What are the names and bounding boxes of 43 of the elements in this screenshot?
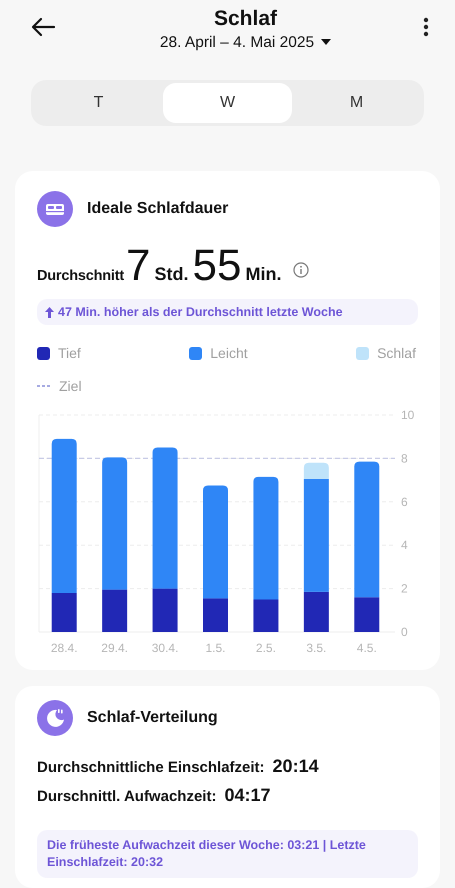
y-axis-label: 4: [401, 538, 408, 552]
card-title: Schlaf-Verteilung: [87, 709, 218, 727]
x-axis-label: 2.5.: [256, 641, 276, 655]
period-tab[interactable]: M: [292, 83, 421, 123]
y-axis-label: 2: [401, 582, 408, 596]
x-axis-label: 29.4.: [101, 641, 128, 655]
page-title: Schlaf: [214, 6, 278, 32]
bed-icon: [37, 191, 73, 227]
date-range-dropdown[interactable]: 28. April – 4. Mai 2025: [160, 33, 332, 53]
period-tab[interactable]: W: [163, 83, 292, 123]
legend-label: Ziel: [59, 378, 82, 394]
y-axis-label: 6: [401, 494, 408, 509]
average-label: Durchschnitt: [37, 268, 124, 284]
time-label: Durschnittl. Aufwachzeit:: [37, 788, 216, 805]
legend-label: Schlaf: [377, 345, 416, 361]
legend-label: Tief: [58, 345, 81, 361]
period-tab[interactable]: T: [34, 83, 163, 123]
x-axis-label: 28.4.: [50, 641, 78, 655]
dashed-line-icon: [37, 383, 51, 389]
y-axis-label: 0: [401, 625, 408, 639]
y-axis-label: 8: [401, 451, 408, 466]
x-axis-label: 1.5.: [206, 641, 226, 655]
hours-unit: Std.: [154, 264, 189, 285]
legend-label: Leicht: [210, 345, 248, 361]
note-banner: Die früheste Aufwachzeit dieser Woche: 03:21 | Letzte Einschlafzeit: 20:32: [37, 830, 418, 878]
y-axis-label: 10: [401, 408, 414, 422]
card-title: Ideale Schlafdauer: [87, 200, 228, 218]
x-axis-label: 30.4.: [152, 641, 178, 655]
minutes-value: 55: [192, 241, 242, 291]
caret-icon: [321, 39, 332, 45]
more-icon: [423, 17, 429, 37]
x-axis-label: 3.5.: [306, 641, 326, 655]
x-axis-label: 4.5.: [356, 641, 377, 655]
time-label: Durchschnittliche Einschlafzeit:: [37, 759, 265, 776]
comparison-text: 47 Min. höher als der Durchschnitt letzte Woche: [58, 305, 343, 319]
info-icon[interactable]: [293, 262, 310, 278]
moon-icon: [37, 700, 73, 736]
minutes-unit: Min.: [245, 264, 282, 285]
back-arrow-icon: [30, 16, 56, 38]
time-value: 20:14: [272, 756, 319, 777]
hours-value: 7: [126, 241, 151, 291]
time-value: 04:17: [224, 785, 270, 806]
up-arrow-icon: [45, 306, 54, 318]
